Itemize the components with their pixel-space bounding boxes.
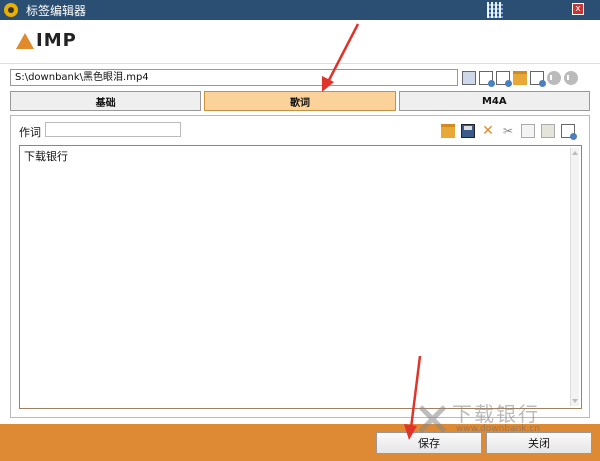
lyrics-panel: 作词 ✕ ✂ 下载银行 [10, 115, 590, 418]
previous-file-icon[interactable] [547, 70, 561, 85]
tab-bar: 基础 歌词 M4A [10, 91, 590, 111]
close-button[interactable]: 关闭 [486, 432, 592, 454]
tab-m4a[interactable]: M4A [398, 91, 590, 111]
tab-basic[interactable]: 基础 [10, 91, 202, 111]
tab-lyrics[interactable]: 歌词 [204, 91, 396, 111]
open-lyrics-icon[interactable] [441, 124, 455, 138]
open-folder-icon[interactable] [513, 70, 527, 85]
logo-text: IMP [36, 30, 77, 51]
header: IMP [0, 20, 600, 64]
save-button[interactable]: 保存 [376, 432, 482, 454]
scroll-up-icon[interactable] [572, 151, 578, 155]
scroll-down-icon[interactable] [572, 399, 578, 403]
lyrics-toolbar: ✕ ✂ [441, 124, 577, 140]
lyricist-label: 作词 [19, 126, 41, 139]
lyrics-info-icon[interactable] [561, 124, 577, 140]
lyrics-textarea[interactable]: 下载银行 [19, 145, 582, 409]
window-title: 标签编辑器 [26, 3, 87, 18]
file-info-icon[interactable] [479, 70, 495, 87]
lyricist-input[interactable] [45, 122, 181, 137]
footer-bar: 保存 关闭 [0, 424, 600, 461]
next-file-icon[interactable] [564, 70, 578, 85]
aimp-logo: IMP [16, 30, 77, 51]
paste-icon[interactable] [541, 124, 555, 138]
copy-tags-icon[interactable] [496, 70, 512, 87]
file-toolbar [462, 69, 578, 87]
lyrics-text: 下载银行 [24, 150, 68, 163]
save-lyrics-icon[interactable] [461, 124, 475, 138]
file-path-field[interactable]: S:\downbank\黑色眼泪.mp4 [10, 69, 458, 86]
qr-icon [487, 2, 503, 18]
window-close-button[interactable]: x [572, 3, 584, 15]
lyrics-scrollbar[interactable] [570, 148, 579, 406]
device-icon[interactable] [462, 70, 476, 85]
clear-lyrics-icon[interactable]: ✕ [481, 124, 495, 138]
title-bar: 标签编辑器 x [0, 0, 600, 20]
copy-icon[interactable] [521, 124, 535, 138]
app-icon [4, 3, 18, 17]
export-icon[interactable] [530, 70, 546, 87]
cut-icon[interactable]: ✂ [501, 124, 515, 138]
logo-triangle-icon [16, 32, 34, 49]
